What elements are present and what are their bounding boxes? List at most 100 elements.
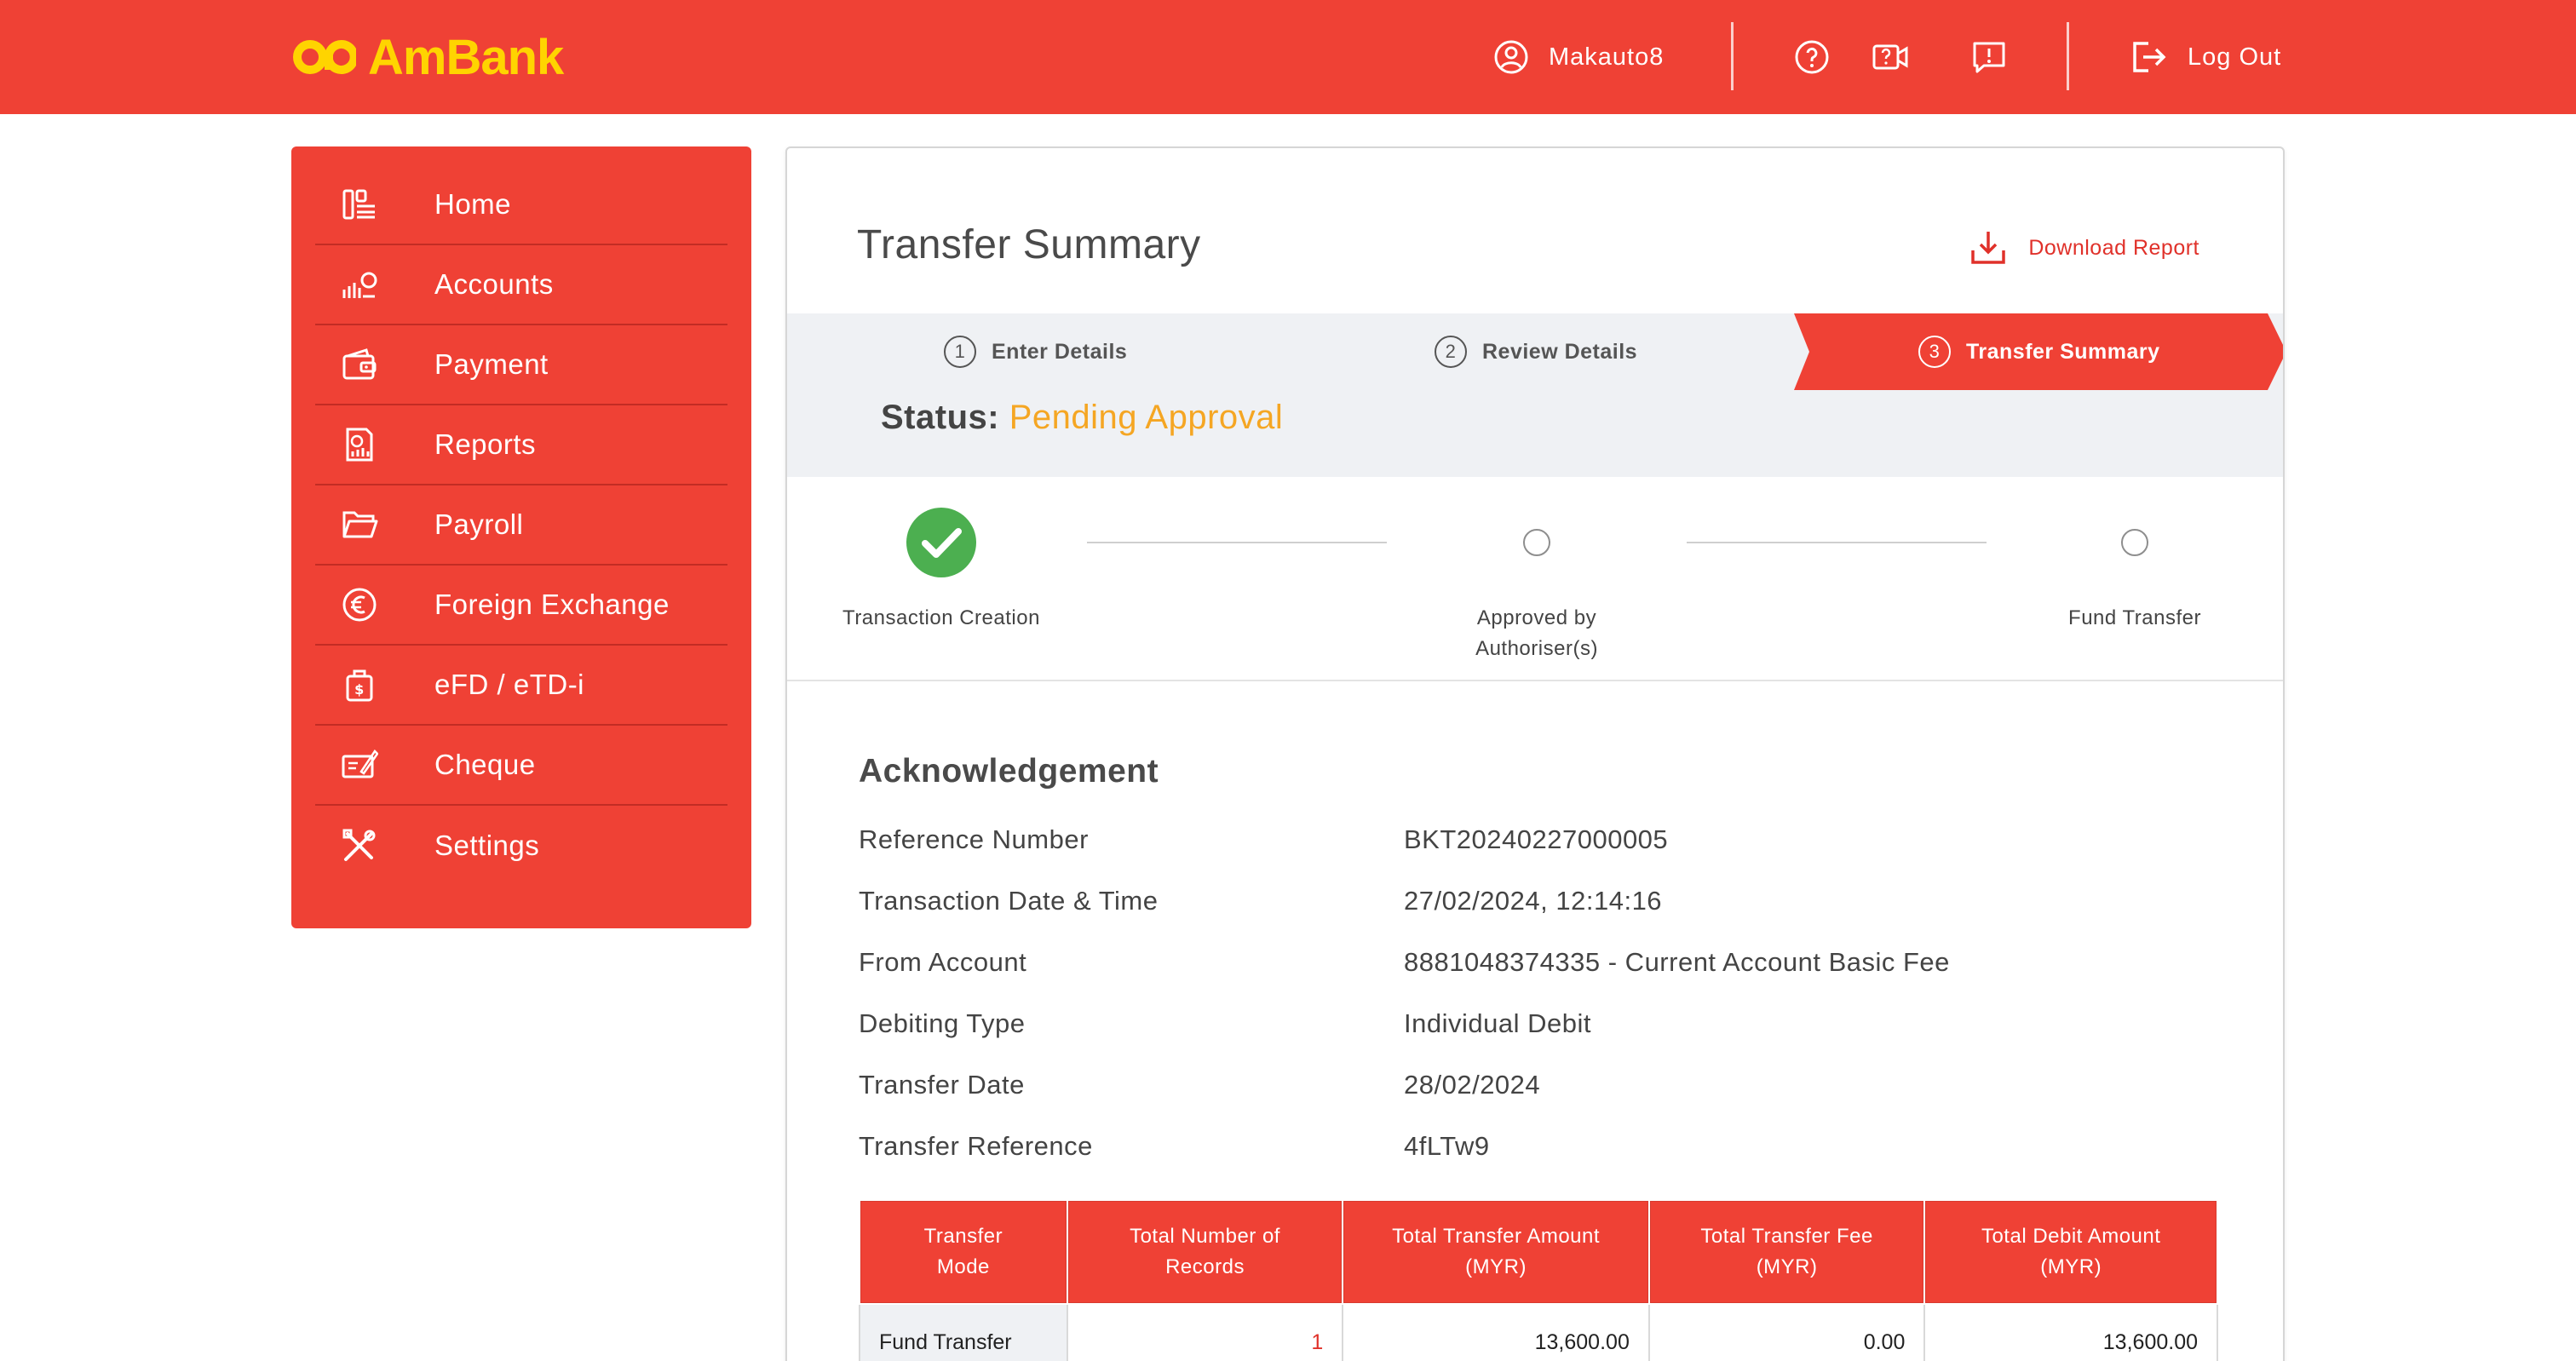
column-header: Total Transfer Fee (MYR) [1647, 1199, 1926, 1305]
table-cell-transfer-fee: 0.00 [1647, 1303, 1926, 1361]
column-header: Transfer Mode [859, 1199, 1068, 1305]
pending-dot-icon [2121, 529, 2148, 556]
deposit-icon: $ [336, 661, 383, 709]
sidebar-item-efd[interactable]: $ eFD / eTD-i [315, 646, 727, 726]
sidebar-item-settings[interactable]: Settings [315, 806, 727, 886]
step-label: Transfer Summary [1966, 339, 2160, 364]
home-icon [336, 181, 383, 228]
check-circle-icon [906, 508, 976, 577]
brand-name: AmBank [368, 29, 564, 85]
sidebar-item-label: Foreign Exchange [434, 589, 670, 620]
sidebar: Home Accounts Payment Reports Payroll Fo… [291, 146, 751, 928]
sidebar-item-label: Cheque [434, 749, 536, 780]
column-header-line: Total Transfer Amount [1392, 1225, 1601, 1248]
table-cell-record-count-link[interactable]: 1 [1066, 1303, 1344, 1361]
sidebar-item-accounts[interactable]: Accounts [315, 245, 727, 325]
stepper: 1 Enter Details 2 Review Details 3 Trans… [787, 313, 2283, 477]
ambank-logo-mark-icon [293, 40, 356, 74]
sidebar-item-label: Payroll [434, 508, 524, 540]
progress-connector [1687, 542, 1987, 543]
progress-label-fund-transfer: Fund Transfer [2068, 606, 2201, 629]
top-bar: AmBank Makauto8 Log Out [0, 0, 2576, 114]
download-icon [1971, 232, 2006, 264]
sidebar-item-foreign-exchange[interactable]: Foreign Exchange [315, 566, 727, 646]
sidebar-item-label: Settings [434, 830, 540, 861]
tools-icon [336, 822, 383, 870]
username: Makauto8 [1549, 43, 1665, 71]
status-badge: Pending Approval [1009, 399, 1284, 436]
detail-value: Individual Debit [1404, 1008, 1591, 1038]
column-header-line: Total Transfer Fee [1700, 1225, 1873, 1248]
page-title: Transfer Summary [857, 222, 1201, 267]
column-header-line: Transfer [923, 1225, 1003, 1248]
sidebar-item-label: Accounts [434, 268, 554, 300]
detail-key: Transfer Date [859, 1070, 1025, 1100]
column-header: Total Number of Records [1066, 1199, 1344, 1305]
accounts-icon [336, 261, 383, 308]
table-cell-transfer-mode: Fund Transfer [859, 1303, 1068, 1361]
cheque-icon [336, 741, 383, 789]
logout-label: Log Out [2188, 43, 2282, 71]
step-enter-details: 1 Enter Details [944, 313, 1127, 390]
column-header-line: (MYR) [1465, 1255, 1527, 1278]
step-review-details: 2 Review Details [1435, 313, 1637, 390]
video-help-icon [1872, 44, 1908, 70]
divider [2067, 22, 2069, 90]
progress-label-transaction-creation: Transaction Creation [842, 606, 1040, 629]
column-header: Total Transfer Amount (MYR) [1342, 1199, 1650, 1305]
column-header-line: (MYR) [1756, 1255, 1818, 1278]
feedback-icon [1973, 42, 2005, 73]
sidebar-item-label: Reports [434, 428, 537, 460]
sidebar-item-home[interactable]: Home [315, 165, 727, 245]
step-label: Review Details [1482, 339, 1638, 364]
column-header-line: (MYR) [2040, 1255, 2102, 1278]
sidebar-item-label: Payment [434, 348, 549, 380]
svg-text:$: $ [354, 681, 365, 698]
download-report-button[interactable]: Download Report [1969, 228, 2199, 267]
sidebar-item-cheque[interactable]: Cheque [315, 726, 727, 806]
logout-button[interactable]: Log Out [2130, 34, 2281, 80]
user-profile-button[interactable]: Makauto8 [1492, 34, 1664, 80]
detail-value: 27/02/2024, 12:14:16 [1404, 886, 1663, 916]
step-number: 2 [1435, 336, 1467, 368]
column-header-line: Total Number of [1130, 1225, 1280, 1248]
step-transfer-summary: 3 Transfer Summary [1918, 313, 2160, 390]
transfer-summary-card: Transfer Summary Download Report 1 Enter… [785, 146, 2285, 1361]
feedback-button[interactable] [1968, 36, 2010, 78]
user-icon [1494, 40, 1528, 74]
sidebar-item-reports[interactable]: Reports [315, 405, 727, 485]
detail-key: Transfer Reference [859, 1131, 1093, 1161]
detail-value: 28/02/2024 [1404, 1070, 1541, 1100]
folder-icon [336, 501, 383, 548]
progress-label-approved: Approved by Authoriser(s) [1475, 606, 1598, 660]
ambank-logo[interactable]: AmBank [291, 24, 564, 90]
detail-key: From Account [859, 947, 1027, 977]
download-report-label: Download Report [2028, 235, 2199, 260]
detail-value: 8881048374335 - Current Account Basic Fe… [1404, 947, 1950, 977]
reports-icon [336, 421, 383, 468]
wallet-icon [336, 341, 383, 388]
detail-key: Debiting Type [859, 1008, 1026, 1038]
logout-icon [2133, 42, 2166, 72]
table-cell-debit-amount: 13,600.00 [1923, 1303, 2218, 1361]
approval-progress: Transaction Creation Approved by Authori… [787, 477, 2283, 681]
pending-dot-icon [1523, 529, 1550, 556]
help-button[interactable] [1791, 36, 1833, 78]
detail-key: Reference Number [859, 824, 1089, 854]
detail-value: 4fLTw9 [1404, 1131, 1490, 1161]
video-help-button[interactable] [1869, 36, 1912, 78]
detail-value: BKT20240227000005 [1404, 824, 1669, 854]
acknowledgement-heading: Acknowledgement [859, 753, 1159, 790]
column-header-line: Mode [936, 1255, 990, 1278]
column-header: Total Debit Amount (MYR) [1923, 1199, 2218, 1305]
euro-icon [336, 581, 383, 629]
step-number: 1 [944, 336, 976, 368]
step-label: Enter Details [992, 339, 1128, 364]
progress-connector [1087, 542, 1387, 543]
table-header-row: Transfer Mode Total Number of Records Tota… [859, 1199, 2218, 1305]
sidebar-item-payroll[interactable]: Payroll [315, 485, 727, 566]
sidebar-item-label: Home [434, 188, 512, 220]
table-cell-transfer-amount: 13,600.00 [1342, 1303, 1650, 1361]
sidebar-item-payment[interactable]: Payment [315, 325, 727, 405]
transfer-summary-table: Transfer Mode Total Number of Records Tota… [859, 1199, 2218, 1361]
